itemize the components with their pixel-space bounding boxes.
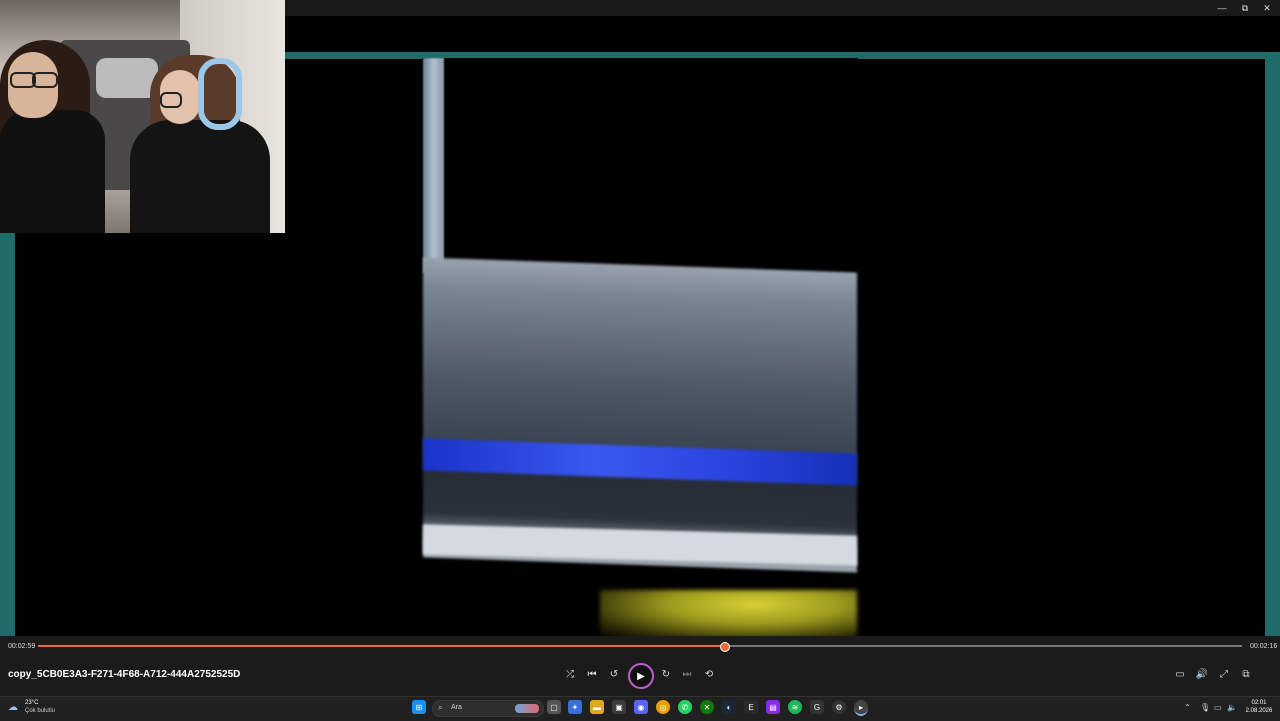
minimize-button[interactable]: —	[1211, 0, 1233, 16]
more-options-button[interactable]: ⧉	[1238, 666, 1254, 682]
shuffle-button[interactable]: ⤮	[562, 666, 578, 682]
previous-button[interactable]: ⏮	[584, 666, 600, 682]
search-highlight-icon	[515, 704, 539, 713]
tray-overflow-icon[interactable]: ⌃	[1184, 703, 1191, 712]
xbox-icon[interactable]: ✕	[700, 700, 714, 714]
epic-games-icon[interactable]: E	[744, 700, 758, 714]
play-button[interactable]: ▶	[628, 663, 654, 689]
spotify-icon[interactable]: ≋	[788, 700, 802, 714]
maximize-button[interactable]: ⧉	[1234, 0, 1256, 16]
search-box[interactable]: ⌕ Ara	[432, 700, 544, 717]
video-teal-border-right	[1265, 52, 1280, 636]
volume-icon: 🔊	[1195, 668, 1209, 680]
video-frame-left	[15, 233, 285, 636]
person-left-body	[0, 110, 105, 233]
twitch-icon[interactable]: ▤	[766, 700, 780, 714]
repeat-icon: ⟲	[704, 668, 714, 680]
whatsapp-icon[interactable]: ✆	[678, 700, 692, 714]
seek-bar-thumb[interactable]	[720, 642, 730, 652]
webcam-overlay	[0, 0, 285, 233]
shuffle-icon: ⤮	[566, 668, 574, 680]
speaker-icon[interactable]: 🔈	[1227, 703, 1237, 712]
file-explorer-icon[interactable]: ▬	[590, 700, 604, 714]
fullscreen-button[interactable]: ⤢	[1216, 666, 1232, 682]
search-placeholder: Ara	[451, 704, 462, 711]
rewind-icon: ↺	[609, 668, 619, 680]
start-icon[interactable]: ⊞	[412, 700, 426, 714]
network-icon[interactable]: ▭	[1214, 703, 1222, 712]
weather-description: Çok bulutlu	[25, 708, 56, 714]
weather-icon[interactable]: ☁	[8, 702, 18, 713]
chrome-icon[interactable]: ◎	[656, 700, 670, 714]
microphone-icon[interactable]: 🎙	[1200, 703, 1210, 712]
app-icon[interactable]: G	[810, 700, 824, 714]
clock-date[interactable]: 2.08.2026	[1243, 708, 1275, 714]
video-yellow-object	[600, 590, 857, 638]
discord-icon[interactable]: ◉	[634, 700, 648, 714]
person-right-headphones	[198, 58, 242, 130]
media-player-icon[interactable]: ▸	[854, 700, 868, 716]
repeat-button[interactable]: ⟲	[701, 666, 717, 682]
store-icon[interactable]: ▣	[612, 700, 626, 714]
weather-temperature: 23°C	[25, 700, 39, 706]
search-icon: ⌕	[438, 703, 443, 712]
forward-button[interactable]: ↻	[658, 666, 674, 682]
video-blurred-bar	[423, 58, 444, 273]
previous-icon: ⏮	[587, 668, 597, 680]
person-left-glasses	[32, 72, 58, 88]
copilot-icon[interactable]: ✦	[568, 700, 582, 714]
total-time: 00:02:16	[1250, 643, 1278, 650]
volume-button[interactable]: 🔊	[1194, 666, 1210, 682]
miniplayer-button[interactable]: ▭	[1172, 666, 1188, 682]
fullscreen-icon: ⤢	[1220, 668, 1228, 680]
seek-bar-progress	[38, 645, 724, 647]
more-icon: ⧉	[1242, 668, 1250, 680]
steam-icon[interactable]: ◐	[722, 700, 736, 714]
app-icon[interactable]: ⚙	[832, 700, 846, 714]
webcam-pillow	[96, 58, 158, 98]
close-button[interactable]: ✕	[1256, 0, 1278, 16]
task-view-icon[interactable]: ▢	[547, 700, 561, 714]
clock-time[interactable]: 02:01	[1243, 700, 1275, 706]
rewind-button[interactable]: ↺	[606, 666, 622, 682]
forward-icon: ↻	[661, 668, 671, 680]
media-title: copy_5CB0E3A3-F271-4F68-A712-444A2752525…	[8, 669, 241, 680]
next-icon: ⏭	[682, 668, 692, 680]
miniplayer-icon: ▭	[1175, 668, 1185, 680]
video-teal-border-left	[0, 233, 15, 636]
play-icon: ▶	[637, 670, 645, 682]
person-right-body	[130, 120, 270, 233]
next-button[interactable]: ⏭	[679, 666, 695, 682]
person-right-glasses	[160, 92, 182, 108]
current-time: 00:02:59	[8, 643, 36, 650]
